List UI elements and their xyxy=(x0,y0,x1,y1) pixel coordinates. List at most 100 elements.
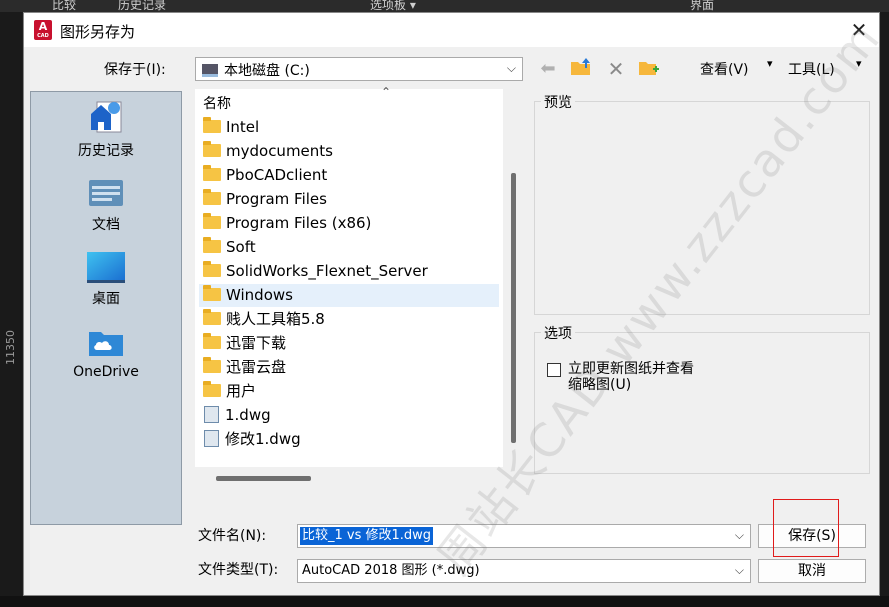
folder-icon xyxy=(203,261,221,277)
cancel-button[interactable]: 取消 xyxy=(758,559,866,583)
update-thumbnail-checkbox[interactable] xyxy=(547,363,561,377)
options-group: 选项 立即更新图纸并查看 缩略图(U) xyxy=(534,323,870,474)
dwg-file-icon xyxy=(204,406,219,423)
bg-tab-compare[interactable]: 比较 xyxy=(52,0,76,12)
save-button-highlight xyxy=(773,499,839,557)
folder-row[interactable]: Soft xyxy=(199,236,499,259)
options-label: 选项 xyxy=(541,323,575,343)
bg-tab-interface[interactable]: 界面 xyxy=(690,0,714,12)
save-in-combobox[interactable]: 本地磁盘 (C:) ⌵ xyxy=(195,57,523,81)
desktop-icon xyxy=(87,252,125,283)
place-label: 文档 xyxy=(92,217,120,233)
places-bar: 历史记录 文档 桌面 OneDrive xyxy=(30,91,182,525)
folder-row[interactable]: 贱人工具箱5.8 xyxy=(199,308,499,331)
folder-icon xyxy=(203,117,221,133)
file-list-horizontal-scrollbar[interactable] xyxy=(216,476,311,481)
folder-row[interactable]: 迅雷云盘 xyxy=(199,356,499,379)
folder-row[interactable]: 迅雷下载 xyxy=(199,332,499,355)
folder-row[interactable]: Windows xyxy=(199,284,499,307)
item-name: 迅雷云盘 xyxy=(226,358,287,376)
tools-menu[interactable]: 工具(L) xyxy=(788,59,835,79)
update-thumbnail-label: 立即更新图纸并查看 缩略图(U) xyxy=(568,361,694,393)
place-documents[interactable]: 文档 xyxy=(31,176,181,234)
item-name: PboCADclient xyxy=(226,166,328,184)
tools-dropdown-icon[interactable]: ▾ xyxy=(856,57,862,70)
filename-combobox[interactable]: 比较_1 vs 修改1.dwg ⌵ xyxy=(297,524,751,548)
close-button[interactable]: ✕ xyxy=(844,18,874,42)
preview-group: 预览 xyxy=(534,92,870,315)
new-folder-icon[interactable] xyxy=(637,57,661,81)
folder-row[interactable]: Program Files (x86) xyxy=(199,212,499,235)
folder-row[interactable]: SolidWorks_Flexnet_Server xyxy=(199,260,499,283)
folder-row[interactable]: Program Files xyxy=(199,188,499,211)
onedrive-icon xyxy=(89,332,123,356)
filetype-value: AutoCAD 2018 图形 (*.dwg) xyxy=(302,563,480,578)
item-name: Soft xyxy=(226,238,256,256)
title-bar: A CAD 图形另存为 ✕ xyxy=(24,13,879,47)
folder-icon xyxy=(203,285,221,301)
item-name: Program Files (x86) xyxy=(226,214,372,232)
filename-label: 文件名(N): xyxy=(198,528,267,544)
cad-canvas-right xyxy=(880,12,889,607)
column-header-name[interactable]: 名称 xyxy=(203,93,231,113)
folder-icon xyxy=(203,141,221,157)
item-name: 用户 xyxy=(226,382,257,400)
item-name: Program Files xyxy=(226,190,327,208)
folder-row[interactable]: mydocuments xyxy=(199,140,499,163)
filename-input[interactable]: 比较_1 vs 修改1.dwg xyxy=(300,527,434,545)
file-list-vertical-scrollbar[interactable] xyxy=(511,173,516,443)
folder-icon xyxy=(203,333,221,349)
folder-row[interactable]: 用户 xyxy=(199,380,499,403)
folder-icon xyxy=(203,189,221,205)
views-dropdown-icon[interactable]: ▾ xyxy=(767,57,773,70)
place-history[interactable]: 历史记录 xyxy=(31,98,181,160)
bg-tab-history[interactable]: 历史记录 xyxy=(118,0,166,12)
autocad-app-icon: A CAD xyxy=(34,20,52,40)
filetype-label: 文件类型(T): xyxy=(198,562,279,578)
folder-icon xyxy=(203,165,221,181)
save-in-label: 保存于(I): xyxy=(104,62,166,78)
item-name: 迅雷下载 xyxy=(226,334,287,352)
folder-icon xyxy=(203,309,221,325)
file-list[interactable]: 名称 ⌃ Intel mydocuments PboCADclient Program… xyxy=(195,85,503,467)
views-menu[interactable]: 查看(V) xyxy=(700,59,749,79)
folder-icon xyxy=(203,237,221,253)
filetype-combobox[interactable]: AutoCAD 2018 图形 (*.dwg) ⌵ xyxy=(297,559,751,583)
documents-icon xyxy=(89,180,123,206)
sort-arrow-icon: ⌃ xyxy=(381,85,392,99)
folder-icon xyxy=(203,213,221,229)
up-folder-icon[interactable] xyxy=(569,57,593,81)
file-row[interactable]: 1.dwg xyxy=(199,404,499,427)
cad-canvas-left xyxy=(0,12,22,607)
chevron-down-icon: ⌵ xyxy=(506,61,516,75)
folder-icon xyxy=(203,381,221,397)
place-label: OneDrive xyxy=(73,364,139,380)
folder-row[interactable]: Intel xyxy=(199,116,499,139)
cad-canvas-bottom xyxy=(0,596,889,607)
item-name: Intel xyxy=(226,118,260,136)
chevron-down-icon[interactable]: ⌵ xyxy=(735,563,744,578)
history-icon xyxy=(91,101,122,133)
preview-label: 预览 xyxy=(541,92,575,112)
drive-icon xyxy=(202,64,218,77)
item-name: Windows xyxy=(226,286,293,304)
place-label: 历史记录 xyxy=(78,143,134,159)
place-label: 桌面 xyxy=(92,291,120,307)
place-onedrive[interactable]: OneDrive xyxy=(31,326,181,380)
item-name: 1.dwg xyxy=(225,406,271,424)
item-name: 修改1.dwg xyxy=(225,430,301,448)
folder-row[interactable]: PboCADclient xyxy=(199,164,499,187)
back-arrow-icon[interactable]: ⬅ xyxy=(536,57,560,81)
dialog-title: 图形另存为 xyxy=(60,23,136,41)
dimension-text: 11350 xyxy=(4,330,17,365)
save-as-dialog: A CAD 图形另存为 ✕ 保存于(I): 本地磁盘 (C:) ⌵ ⬅ ✕ 查看(… xyxy=(23,11,889,596)
save-in-value: 本地磁盘 (C:) xyxy=(224,63,310,79)
item-name: mydocuments xyxy=(226,142,333,160)
file-row[interactable]: 修改1.dwg xyxy=(199,428,499,451)
item-name: 贱人工具箱5.8 xyxy=(226,310,325,328)
place-desktop[interactable]: 桌面 xyxy=(31,250,181,308)
item-name: SolidWorks_Flexnet_Server xyxy=(226,262,428,280)
delete-icon[interactable]: ✕ xyxy=(604,57,628,81)
bg-tab-palettes[interactable]: 选项板 ▾ xyxy=(370,0,416,12)
chevron-down-icon[interactable]: ⌵ xyxy=(735,528,744,543)
